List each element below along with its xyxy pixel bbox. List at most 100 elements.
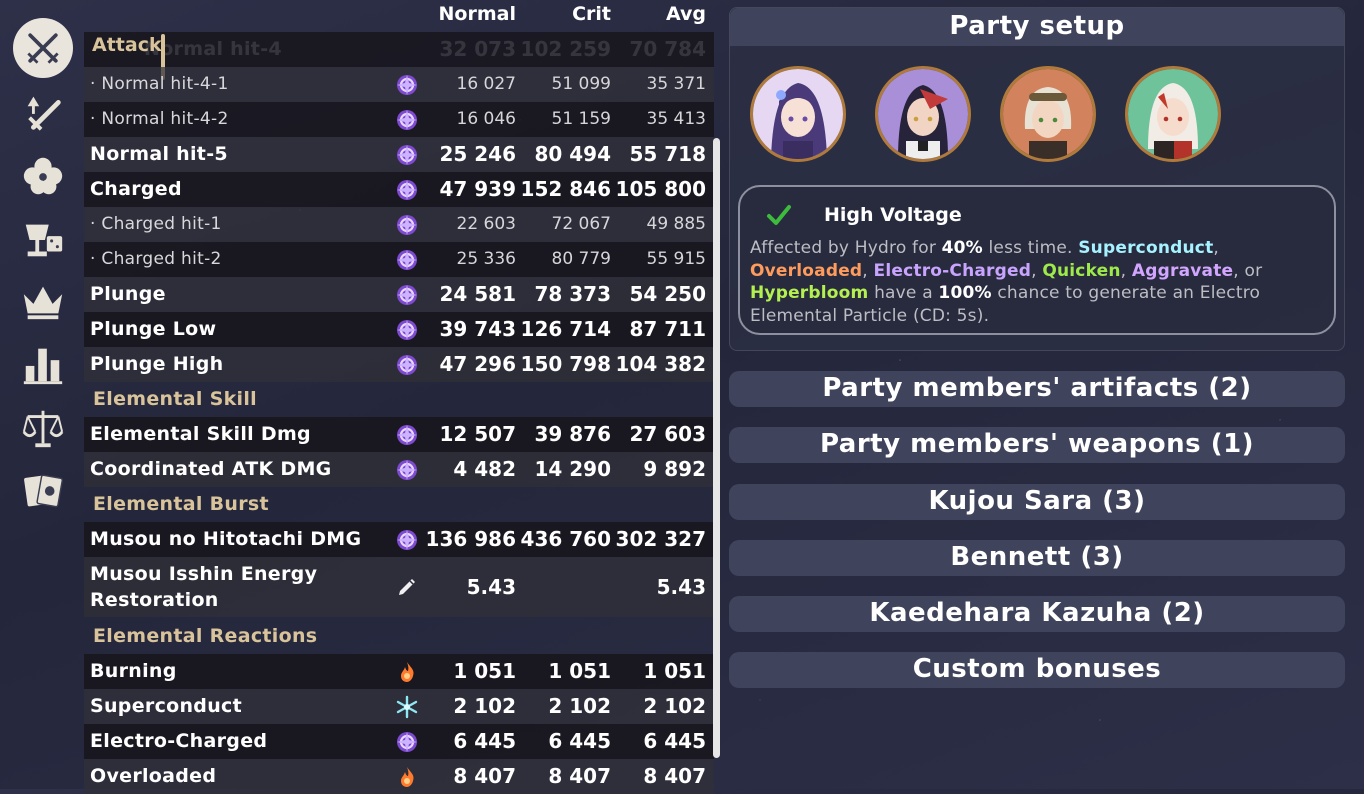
sidebar-item-stats[interactable]: [12, 336, 74, 392]
party-setup-panel: Party setup High Voltage Affected by Hyd…: [729, 7, 1345, 351]
table-row: Musou no Hitotachi DMG 136 986 436 760 302 …: [84, 522, 714, 557]
avg-value: 5.43: [656, 575, 706, 599]
avg-value: 27 603: [629, 422, 706, 446]
electro-icon: [395, 73, 419, 97]
normal-value: 47 939: [439, 177, 516, 201]
crit-value: 72 067: [551, 214, 611, 234]
normal-value: 25 246: [439, 142, 516, 166]
col-crit-header: Crit: [572, 3, 611, 25]
crit-value: 150 798: [520, 352, 611, 376]
sara-portrait-avatar: [878, 69, 968, 159]
scales-icon: [22, 410, 64, 448]
accordion-bennett[interactable]: Bennett (3): [729, 540, 1345, 576]
electro-icon: [395, 730, 419, 754]
sidebar-item-artifacts[interactable]: [12, 148, 74, 204]
crossed-swords-icon: [27, 33, 59, 64]
avg-value: 104 382: [615, 352, 706, 376]
row-label: Burning: [90, 660, 177, 682]
avg-value: 9 892: [643, 457, 706, 481]
normal-value: 136 986: [425, 527, 516, 551]
crit-value: 436 760: [520, 527, 611, 551]
goblet-dice-icon: [25, 224, 63, 257]
normal-value: 16 046: [456, 109, 516, 129]
accordion-custom-bonuses[interactable]: Custom bonuses: [729, 652, 1345, 688]
table-row: Normal hit-5 25 246 80 494 55 718: [84, 137, 714, 172]
table-row-hidden: Normal hit-4 32 073 102 259 70 784: [84, 32, 714, 67]
normal-value: 47 296: [439, 352, 516, 376]
electro-icon: [395, 248, 419, 272]
row-label: Charged: [90, 178, 182, 200]
row-label: · Normal hit-4-2: [90, 109, 229, 129]
avg-value: 302 327: [615, 527, 706, 551]
avg-value: 2 102: [643, 694, 706, 718]
electro-icon: [395, 318, 419, 342]
normal-value: 1 051: [453, 659, 516, 683]
crit-value: 152 846: [520, 177, 611, 201]
accordion-party-artifacts[interactable]: Party members' artifacts (2): [729, 371, 1345, 407]
party-setup-title[interactable]: Party setup: [730, 8, 1344, 46]
row-label: · Normal hit-4-1: [90, 74, 229, 94]
attack-section-header[interactable]: Attack: [92, 34, 162, 56]
row-label: Plunge: [90, 283, 166, 305]
bar-chart-icon: [23, 348, 63, 385]
party-member-2[interactable]: [875, 66, 971, 162]
crit-value: 2 102: [548, 694, 611, 718]
sword-upgrade-icon: [27, 96, 61, 131]
bookmark-icon: [20, 0, 66, 5]
row-label: Coordinated ATK DMG: [90, 458, 332, 480]
bookmark-tab[interactable]: [12, 0, 74, 8]
normal-value: 4 482: [453, 457, 516, 481]
row-label: Plunge High: [90, 353, 224, 375]
sidebar-item-talents[interactable]: [12, 18, 74, 78]
crit-value: 78 373: [534, 282, 611, 306]
crit-value: 14 290: [534, 457, 611, 481]
avg-value: 35 371: [646, 74, 706, 94]
row-label: Musou no Hitotachi DMG: [90, 528, 362, 550]
row-label: Elemental Skill Dmg: [90, 423, 311, 445]
normal-value: 39 743: [439, 317, 516, 341]
section-header: Elemental Reactions: [84, 619, 714, 654]
section-title[interactable]: Elemental Burst: [93, 487, 269, 522]
table-row: Plunge High 47 296 150 798 104 382: [84, 347, 714, 382]
normal-value: 6 445: [453, 729, 516, 753]
row-label: Plunge Low: [90, 318, 217, 340]
sidebar-item-compare[interactable]: [12, 400, 74, 456]
table-row: Plunge 24 581 78 373 54 250: [84, 277, 714, 312]
crit-value: 6 445: [548, 729, 611, 753]
crown-icon: [23, 286, 63, 320]
electro-icon: [395, 353, 419, 377]
party-member-4[interactable]: [1125, 66, 1221, 162]
sidebar-item-cards[interactable]: [12, 462, 74, 518]
section-header: Elemental Skill: [84, 382, 714, 417]
party-member-3[interactable]: [1000, 66, 1096, 162]
accordion-kaedehara-kazuha[interactable]: Kaedehara Kazuha (2): [729, 596, 1345, 632]
avg-value: 49 885: [646, 214, 706, 234]
table-row: · Charged hit-1 22 603 72 067 49 885: [84, 207, 714, 242]
table-row: Burning 1 051 1 051 1 051: [84, 654, 714, 689]
electro-icon: [395, 143, 419, 167]
table-scrollbar[interactable]: [713, 138, 720, 758]
table-row: · Normal hit-4-2 16 046 51 159 35 413: [84, 102, 714, 137]
table-row: Electro-Charged 6 445 6 445 6 445: [84, 724, 714, 759]
normal-value: 12 507: [439, 422, 516, 446]
section-title[interactable]: Elemental Reactions: [93, 619, 317, 654]
checkmark-icon[interactable]: [766, 202, 792, 228]
cards-icon: [24, 474, 64, 508]
row-label: Normal hit-5: [90, 143, 228, 165]
accordion-kujou-sara[interactable]: Kujou Sara (3): [729, 484, 1345, 520]
sidebar-item-constellation[interactable]: [12, 272, 74, 328]
accordion-party-weapons[interactable]: Party members' weapons (1): [729, 427, 1345, 463]
sidebar-item-weapon[interactable]: [12, 84, 74, 140]
crit-value: 80 494: [534, 142, 611, 166]
sidebar-item-buffs[interactable]: [12, 212, 74, 268]
normal-value: 25 336: [456, 249, 516, 269]
table-row: · Normal hit-4-1 16 027 51 099 35 371: [84, 67, 714, 102]
electro-icon: [395, 528, 419, 552]
table-row: Coordinated ATK DMG 4 482 14 290 9 892: [84, 452, 714, 487]
cryo-icon: [395, 695, 419, 719]
row-label: · Charged hit-2: [90, 249, 222, 269]
electro-icon: [395, 213, 419, 237]
effect-description: Affected by Hydro for 40% less time. Sup…: [750, 238, 1263, 326]
party-member-1[interactable]: [750, 66, 846, 162]
section-title[interactable]: Elemental Skill: [93, 382, 257, 417]
